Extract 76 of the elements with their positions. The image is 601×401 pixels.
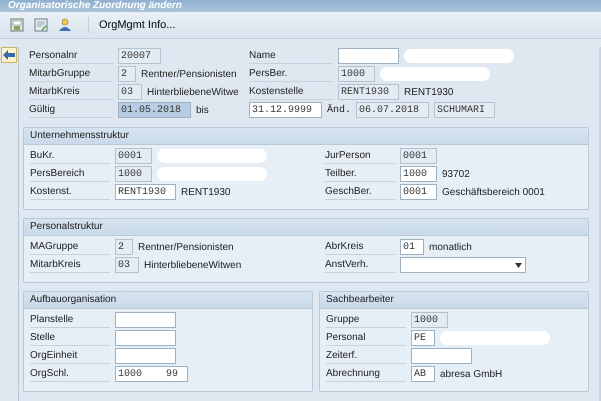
input-field[interactable]: 2 — [115, 239, 133, 255]
field-description: HinterbliebeneWitwen — [144, 260, 242, 270]
field-label: Abrechnung — [326, 366, 406, 382]
field-label: PersBer. — [249, 66, 333, 82]
input-field[interactable]: 1000 99 — [115, 366, 188, 382]
field-description: RENT1930 — [181, 186, 230, 198]
field-description: bis — [196, 104, 209, 116]
field-label: Gruppe — [326, 312, 406, 328]
input-field[interactable]: AB — [411, 366, 435, 382]
input-field[interactable]: 1000 — [115, 166, 152, 182]
field-label: BuKr. — [30, 148, 110, 164]
field-label: MitarbKreis — [29, 84, 113, 100]
field-label: Kostenstelle — [249, 84, 333, 100]
caret-icon — [515, 262, 522, 268]
input-field[interactable]: 01.05.2018 — [118, 102, 191, 118]
field-label: JurPerson — [325, 148, 395, 164]
field-label: Kostenst. — [30, 184, 110, 200]
field-label: OrgSchl. — [30, 366, 110, 382]
field-description: HinterbliebeneWitwe — [147, 86, 239, 98]
field-label: AnstVerh. — [325, 257, 395, 273]
field-label: PersBereich — [30, 166, 110, 182]
field-label: Name — [249, 48, 333, 64]
field-label: Teilber. — [325, 166, 395, 182]
input-field[interactable]: 31.12.9999 — [249, 102, 322, 118]
field-label: Personalnr — [29, 48, 113, 64]
field-label: OrgEinheit — [30, 348, 110, 364]
input-field[interactable]: 0001 — [115, 148, 152, 164]
section-title: Unternehmensstruktur — [24, 128, 588, 145]
input-field[interactable]: 06.07.2018 — [356, 102, 430, 118]
field-label: Zeiterf. — [326, 348, 406, 364]
input-field[interactable] — [338, 48, 399, 64]
field-label: GeschBer. — [325, 184, 395, 200]
field-label: Gültig — [29, 102, 113, 118]
input-field[interactable]: RENT1930 — [115, 184, 176, 200]
document-icon[interactable] — [32, 16, 50, 34]
field-description: RENT1930 — [404, 86, 454, 98]
field-description: abresa GmbH — [440, 368, 502, 380]
input-field[interactable]: 03 — [118, 84, 142, 100]
field-label: MitarbGruppe — [29, 66, 113, 82]
input-field[interactable] — [115, 348, 176, 364]
field-description: Rentner/Pensionisten — [138, 242, 234, 252]
field-description: 93702 — [442, 168, 470, 180]
field-label: Personal — [326, 330, 406, 346]
back-arrow-icon[interactable] — [1, 47, 17, 63]
field-label: Stelle — [30, 330, 110, 346]
section-title: Personalstruktur — [24, 219, 588, 236]
field-description: Geschäftsbereich 0001 — [442, 186, 545, 198]
input-field[interactable] — [411, 348, 472, 364]
field-description: Rentner/Pensionisten — [141, 68, 237, 80]
input-field[interactable]: 0001 — [400, 148, 437, 164]
input-field[interactable]: 1000 — [411, 312, 448, 328]
field-label: MAGruppe — [30, 239, 110, 255]
field-description: monatlich — [429, 242, 472, 252]
input-field[interactable]: SCHUMARI — [434, 102, 496, 118]
input-field[interactable]: PE — [411, 330, 435, 346]
input-field[interactable] — [115, 330, 176, 346]
field-label: AbrKreis — [325, 239, 395, 255]
dropdown-field[interactable] — [400, 257, 526, 273]
input-field[interactable]: RENT1930 — [338, 84, 399, 100]
field-label: Planstelle — [30, 312, 110, 328]
input-field[interactable]: 1000 — [400, 166, 437, 182]
field-label: MitarbKreis — [30, 257, 110, 273]
document-icon[interactable] — [8, 16, 26, 34]
input-field[interactable]: 1000 — [338, 66, 375, 82]
input-field[interactable]: 0001 — [400, 184, 437, 200]
input-field[interactable] — [115, 312, 176, 328]
input-field[interactable]: 01 — [400, 239, 424, 255]
section-title: Sachbearbeiter — [320, 292, 588, 309]
field-label: Änd. — [327, 104, 352, 116]
input-field[interactable]: 2 — [118, 66, 136, 82]
person-icon[interactable] — [56, 16, 74, 34]
window-title: Organisatorische Zuordnung ändern — [0, 0, 601, 12]
info-button[interactable]: OrgMgmt Info... — [88, 17, 180, 33]
input-field[interactable]: 03 — [115, 257, 139, 273]
section-title: Aufbauorganisation — [24, 292, 312, 309]
input-field[interactable]: 20007 — [118, 48, 161, 64]
